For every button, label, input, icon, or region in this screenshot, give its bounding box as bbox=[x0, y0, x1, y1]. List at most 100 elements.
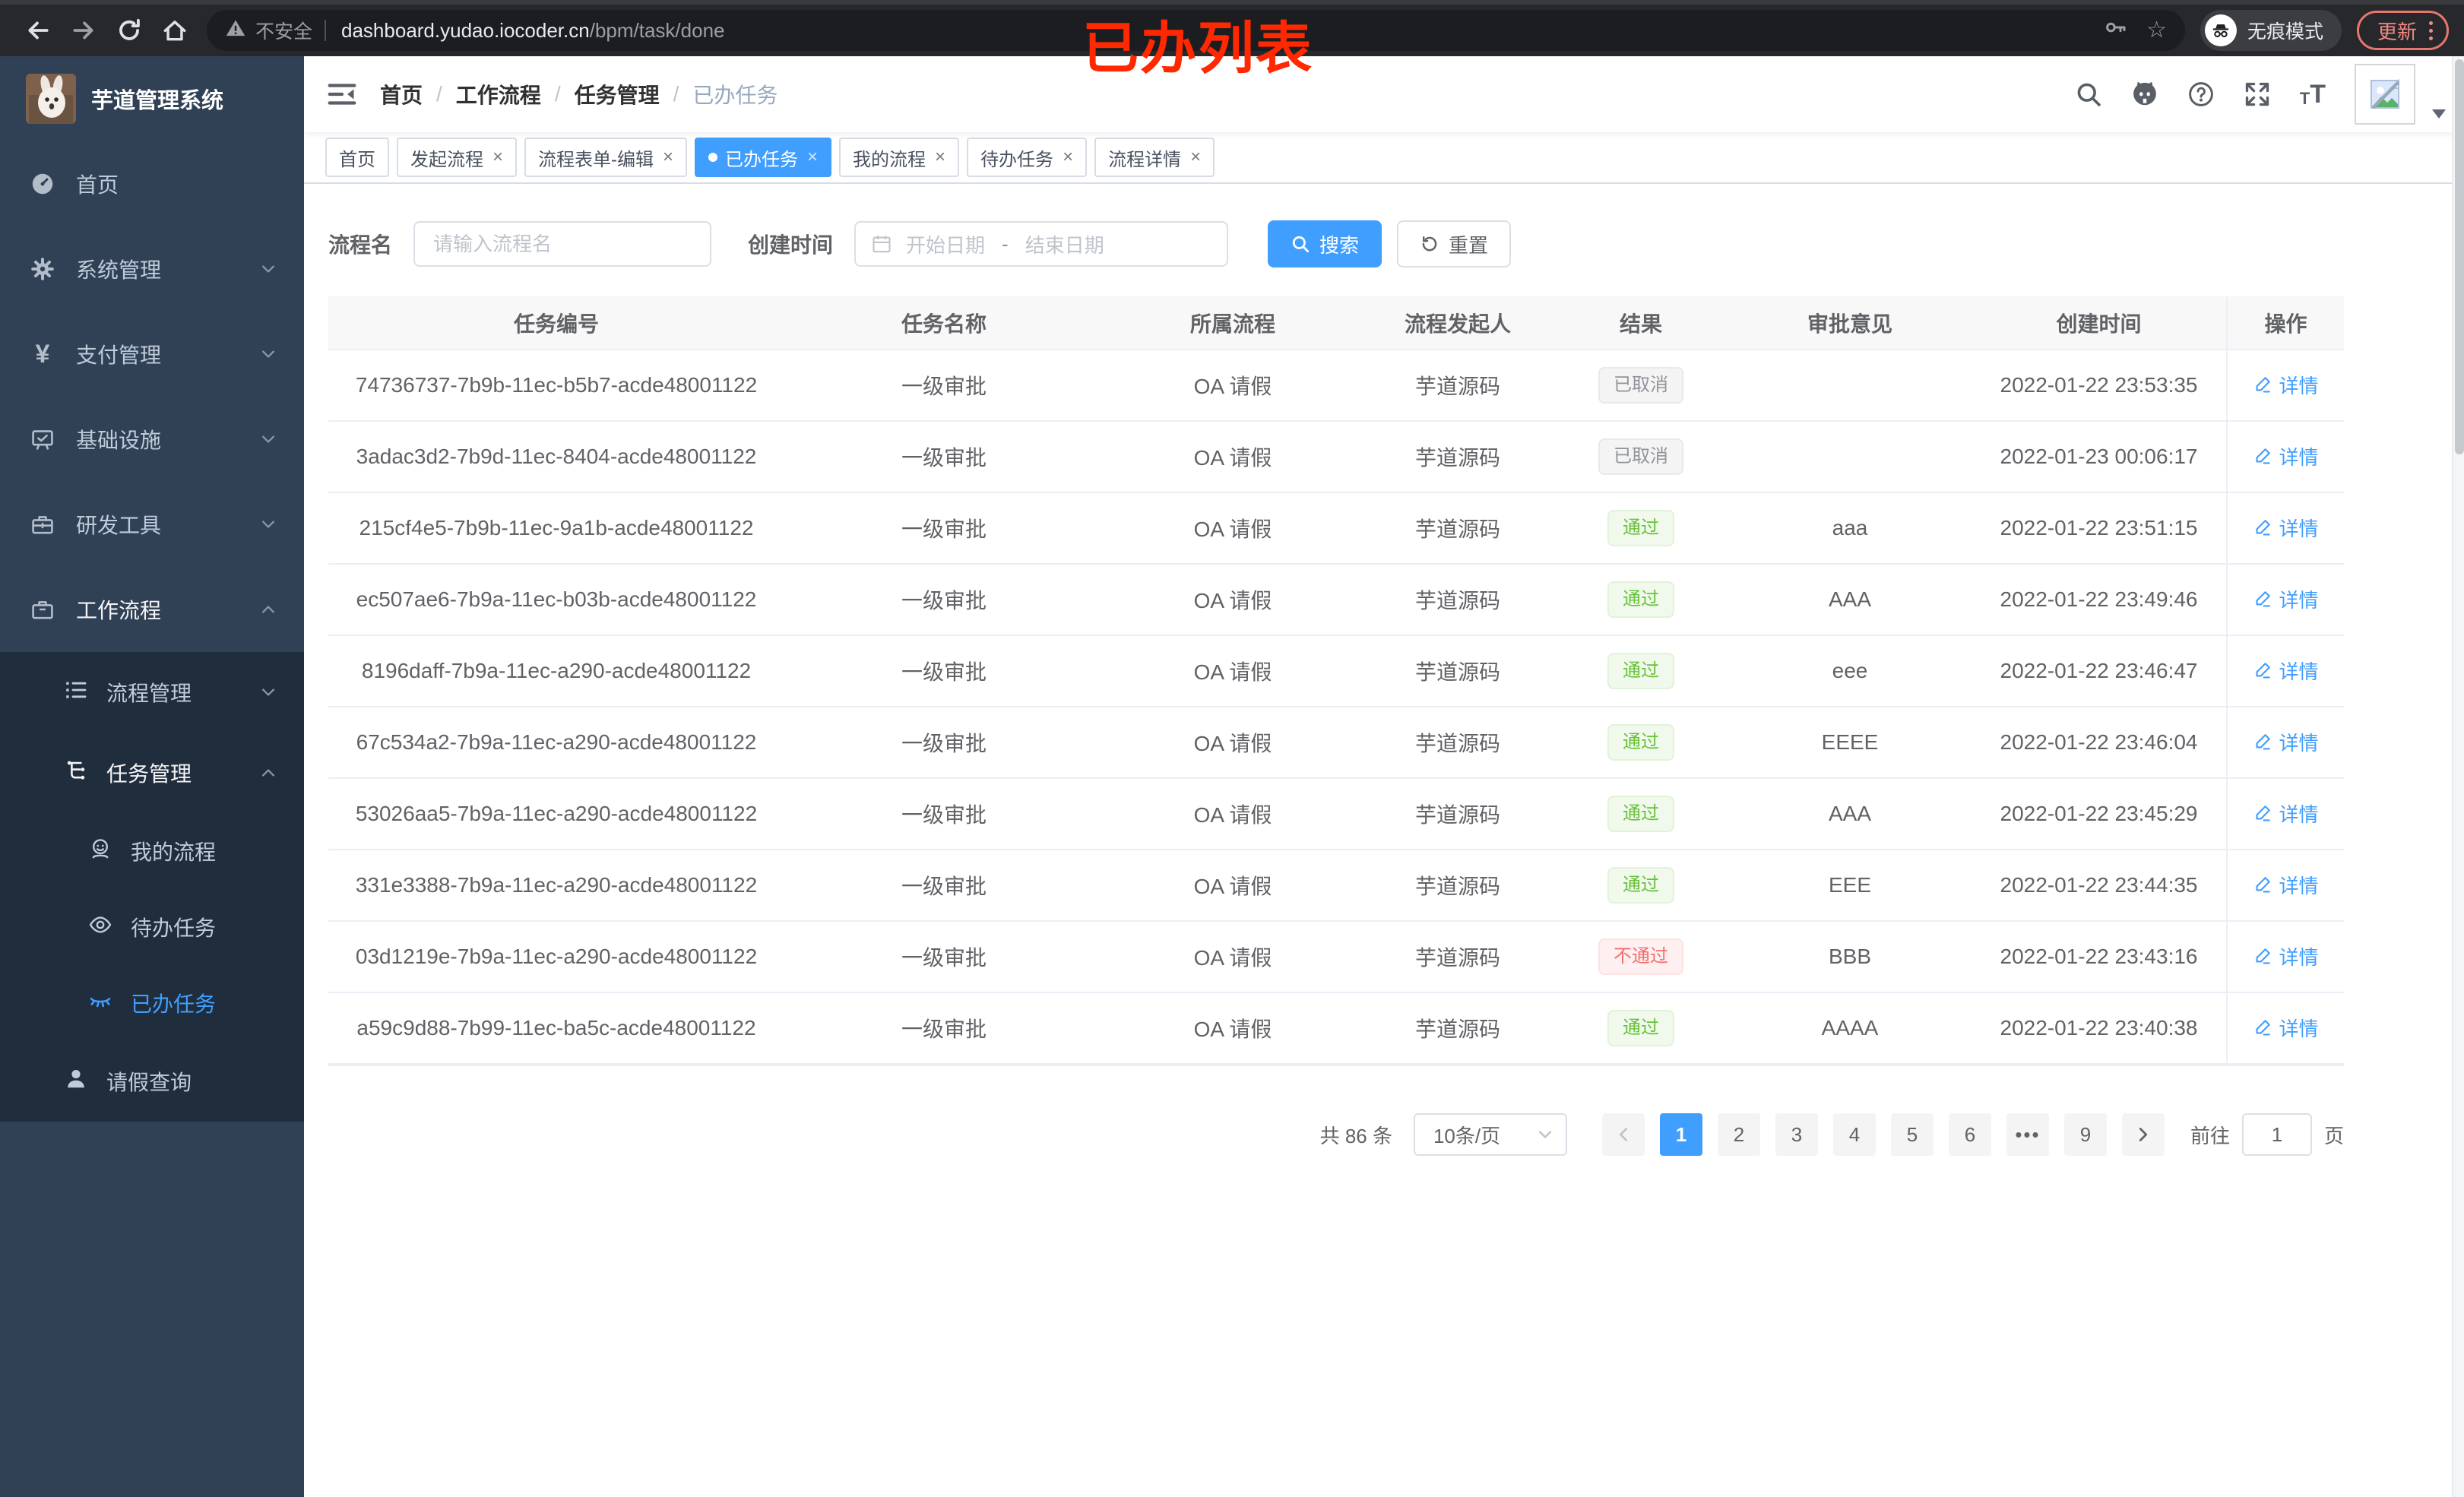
font-size-icon[interactable]: TT bbox=[2300, 81, 2326, 107]
browser-update-button[interactable]: 更新 bbox=[2356, 11, 2449, 50]
cell-actions: 详情 bbox=[2226, 492, 2344, 565]
col-task-name: 任务名称 bbox=[784, 296, 1104, 350]
cell-created: 2022-01-22 23:46:47 bbox=[1972, 635, 2227, 707]
next-page-button[interactable] bbox=[2121, 1113, 2165, 1156]
cell-starter: 芋道源码 bbox=[1362, 850, 1553, 922]
detail-link[interactable]: 详情 bbox=[2253, 1014, 2319, 1042]
tab-close-icon[interactable]: × bbox=[1190, 148, 1201, 166]
page-button[interactable]: 2 bbox=[1717, 1113, 1760, 1156]
address-bar[interactable]: 不安全 dashboard.yudao.iocoder.cn/bpm/task/… bbox=[207, 10, 2185, 51]
cell-task-name: 一级审批 bbox=[784, 850, 1104, 922]
breadcrumb-item[interactable]: / 已办任务 bbox=[660, 79, 778, 109]
reset-button[interactable]: 重置 bbox=[1397, 220, 1512, 267]
search-icon[interactable] bbox=[2075, 81, 2102, 108]
search-button[interactable]: 搜索 bbox=[1268, 220, 1382, 267]
help-icon[interactable] bbox=[2187, 81, 2215, 108]
page-button[interactable]: 6 bbox=[1948, 1113, 1991, 1156]
fullscreen-icon[interactable] bbox=[2244, 81, 2271, 108]
sidebar-item-task-mgmt[interactable]: 任务管理 bbox=[0, 733, 304, 813]
tab-close-icon[interactable]: × bbox=[807, 148, 818, 166]
view-tab[interactable]: 已办任务 × bbox=[695, 138, 832, 177]
home-icon[interactable] bbox=[152, 8, 198, 53]
detail-link[interactable]: 详情 bbox=[2253, 371, 2319, 399]
detail-link[interactable]: 详情 bbox=[2253, 442, 2319, 470]
github-icon[interactable] bbox=[2131, 81, 2158, 108]
view-tab[interactable]: 我的流程 × bbox=[839, 138, 960, 177]
sidebar-item-home[interactable]: 首页 bbox=[0, 141, 304, 226]
calendar-icon bbox=[873, 236, 891, 253]
view-tab[interactable]: 待办任务 × bbox=[967, 138, 1088, 177]
sidebar-toggle-icon[interactable] bbox=[304, 79, 380, 109]
tab-close-icon[interactable]: × bbox=[1063, 148, 1073, 166]
tab-close-icon[interactable]: × bbox=[663, 148, 673, 166]
sidebar-item-payment[interactable]: ¥ 支付管理 bbox=[0, 312, 304, 397]
bookmark-star-icon[interactable]: ☆ bbox=[2146, 19, 2167, 42]
start-date-placeholder[interactable]: 开始日期 bbox=[906, 230, 985, 258]
end-date-placeholder[interactable]: 结束日期 bbox=[1025, 230, 1104, 258]
cell-comment bbox=[1728, 421, 1972, 493]
refresh-icon bbox=[1422, 236, 1437, 252]
cell-process: OA 请假 bbox=[1104, 350, 1362, 422]
forward-icon[interactable] bbox=[61, 8, 106, 53]
date-range-picker[interactable]: 开始日期 - 结束日期 bbox=[854, 221, 1229, 267]
reload-icon[interactable] bbox=[106, 8, 152, 53]
sidebar-item-done-tasks[interactable]: 已办任务 bbox=[0, 965, 304, 1041]
sidebar-item-my-process[interactable]: 我的流程 bbox=[0, 813, 304, 889]
cell-starter: 芋道源码 bbox=[1362, 707, 1553, 779]
avatar-caret-icon[interactable] bbox=[2432, 109, 2446, 119]
tab-close-icon[interactable]: × bbox=[935, 148, 945, 166]
sidebar-item-leave-query[interactable]: 请假查询 bbox=[0, 1041, 304, 1122]
page-button[interactable]: 4 bbox=[1832, 1113, 1876, 1156]
view-tab[interactable]: 流程表单-编辑 × bbox=[524, 138, 688, 177]
goto-suffix: 页 bbox=[2323, 1124, 2344, 1147]
page-scrollbar[interactable] bbox=[2452, 56, 2464, 1497]
detail-link[interactable]: 详情 bbox=[2253, 585, 2319, 613]
security-warning-icon[interactable] bbox=[225, 17, 246, 45]
browser-menu-icon[interactable] bbox=[2429, 21, 2433, 40]
sidebar-item-devtools[interactable]: 研发工具 bbox=[0, 482, 304, 567]
view-tab[interactable]: 流程详情 × bbox=[1094, 138, 1215, 177]
chevron-up-icon bbox=[260, 601, 277, 618]
sidebar-item-system[interactable]: 系统管理 bbox=[0, 226, 304, 312]
table-row: a59c9d88-7b99-11ec-ba5c-acde48001122 一级审… bbox=[328, 992, 2344, 1065]
detail-link[interactable]: 详情 bbox=[2253, 514, 2319, 542]
sidebar-item-workflow[interactable]: 工作流程 bbox=[0, 567, 304, 652]
page-size-select[interactable]: 10条/页 bbox=[1413, 1113, 1567, 1156]
avatar[interactable] bbox=[2355, 64, 2415, 125]
page-button[interactable]: ••• bbox=[2006, 1113, 2049, 1156]
breadcrumb-item[interactable]: / 任务管理 bbox=[541, 79, 660, 109]
page-button[interactable]: 9 bbox=[2063, 1113, 2107, 1156]
prev-page-button[interactable] bbox=[1601, 1113, 1645, 1156]
scrollbar-thumb[interactable] bbox=[2455, 59, 2464, 454]
sidebar-item-infra[interactable]: 基础设施 bbox=[0, 397, 304, 482]
cell-actions: 详情 bbox=[2226, 921, 2344, 993]
breadcrumb-item[interactable]: / 工作流程 bbox=[423, 79, 541, 109]
detail-link[interactable]: 详情 bbox=[2253, 728, 2319, 756]
sidebar-item-process-mgmt[interactable]: 流程管理 bbox=[0, 652, 304, 733]
workflow-submenu: 流程管理 任务管理 我的流程 待办任务 已办任务 请假查询 bbox=[0, 652, 304, 1122]
detail-link[interactable]: 详情 bbox=[2253, 657, 2319, 685]
cell-task-name: 一级审批 bbox=[784, 350, 1104, 422]
page-button[interactable]: 3 bbox=[1775, 1113, 1818, 1156]
url-text[interactable]: dashboard.yudao.iocoder.cn/bpm/task/done bbox=[341, 19, 724, 43]
password-key-icon[interactable] bbox=[2104, 15, 2128, 46]
detail-link[interactable]: 详情 bbox=[2253, 799, 2319, 828]
detail-link[interactable]: 详情 bbox=[2253, 942, 2319, 970]
process-name-input[interactable] bbox=[413, 221, 712, 267]
back-icon[interactable] bbox=[15, 8, 61, 53]
goto-page-input[interactable] bbox=[2241, 1113, 2312, 1156]
breadcrumb-item[interactable]: /首页 bbox=[380, 79, 423, 109]
cell-comment: EEEE bbox=[1728, 707, 1972, 779]
security-label[interactable]: 不安全 bbox=[255, 17, 312, 44]
tab-close-icon[interactable]: × bbox=[492, 148, 503, 166]
page-button[interactable]: 5 bbox=[1890, 1113, 1934, 1156]
cell-starter: 芋道源码 bbox=[1362, 635, 1553, 707]
edit-icon bbox=[2256, 734, 2271, 750]
app-logo[interactable]: 芋道管理系统 bbox=[0, 56, 304, 141]
view-tab[interactable]: 发起流程 × bbox=[397, 138, 518, 177]
page-button[interactable]: 1 bbox=[1659, 1113, 1702, 1156]
detail-link[interactable]: 详情 bbox=[2253, 871, 2319, 899]
view-tab[interactable]: 首页 × bbox=[325, 138, 389, 177]
sidebar-item-todo-tasks[interactable]: 待办任务 bbox=[0, 889, 304, 965]
edit-icon bbox=[2256, 805, 2271, 821]
